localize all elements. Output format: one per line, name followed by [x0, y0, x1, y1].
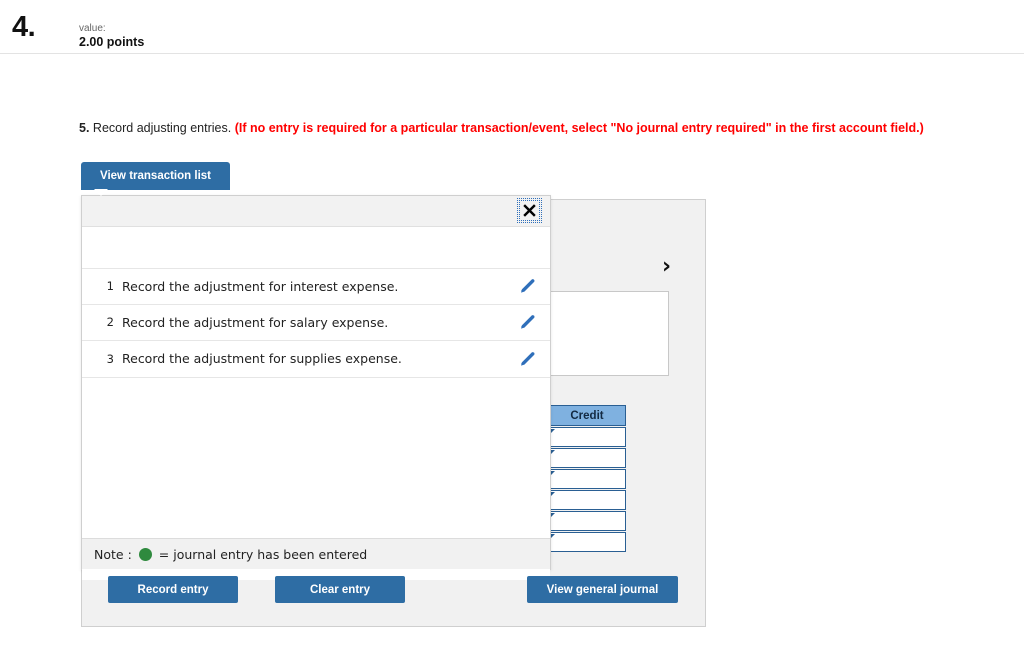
green-dot-icon — [138, 547, 152, 561]
list-item[interactable]: 1 Record the adjustment for interest exp… — [82, 268, 550, 305]
question-header: 4. value: 2.00 points — [0, 0, 1024, 54]
credit-input-cell[interactable] — [548, 448, 626, 468]
transaction-description: Record the adjustment for interest expen… — [122, 278, 399, 294]
credit-input-cell[interactable] — [548, 511, 626, 531]
list-item[interactable]: 3 Record the adjustment for supplies exp… — [82, 341, 550, 378]
credit-column: Credit — [548, 405, 626, 552]
legend-note-prefix: Note : — [94, 546, 132, 562]
transaction-list: 1 Record the adjustment for interest exp… — [82, 268, 550, 580]
instruction-number: 5. — [79, 121, 90, 135]
question-number: 4. — [12, 11, 36, 43]
tab-pointer-caret — [94, 189, 108, 196]
record-entry-button[interactable]: Record entry — [108, 576, 238, 603]
view-general-journal-button[interactable]: View general journal — [527, 576, 678, 603]
credit-input-cell[interactable] — [548, 532, 626, 552]
credit-column-header: Credit — [548, 405, 626, 426]
chevron-right-icon[interactable]: › — [662, 256, 671, 278]
pencil-icon[interactable] — [504, 278, 550, 294]
worksheet-white-field — [550, 291, 669, 376]
credit-input-cell[interactable] — [548, 469, 626, 489]
instruction-text: Record adjusting entries. — [92, 121, 232, 135]
instruction-line: 5. Record adjusting entries. (If no entr… — [79, 120, 924, 136]
legend-note: Note : = journal entry has been entered — [82, 538, 550, 569]
credit-input-cell[interactable] — [548, 490, 626, 510]
credit-input-cell[interactable] — [548, 427, 626, 447]
value-label: value: — [79, 23, 106, 34]
transaction-index: 1 — [106, 279, 114, 294]
pencil-icon[interactable] — [504, 314, 550, 330]
dialog-header — [82, 196, 550, 227]
transaction-index: 3 — [106, 351, 114, 366]
instruction-note: (If no entry is required for a particula… — [234, 121, 924, 135]
transaction-description: Record the adjustment for salary expense… — [122, 314, 389, 330]
clear-entry-button[interactable]: Clear entry — [275, 576, 405, 603]
transaction-index: 2 — [106, 315, 114, 330]
transaction-list-dialog: 1 Record the adjustment for interest exp… — [81, 195, 551, 580]
page-root: 4. value: 2.00 points 5. Record adjustin… — [0, 0, 1024, 658]
view-transaction-list-tab[interactable]: View transaction list — [81, 162, 230, 190]
list-item[interactable]: 2 Record the adjustment for salary expen… — [82, 305, 550, 341]
points-value: 2.00 points — [79, 35, 145, 49]
close-icon[interactable] — [517, 198, 542, 223]
transaction-description: Record the adjustment for supplies expen… — [122, 351, 402, 367]
legend-note-suffix: = journal entry has been entered — [158, 546, 368, 562]
pencil-icon[interactable] — [504, 351, 550, 367]
